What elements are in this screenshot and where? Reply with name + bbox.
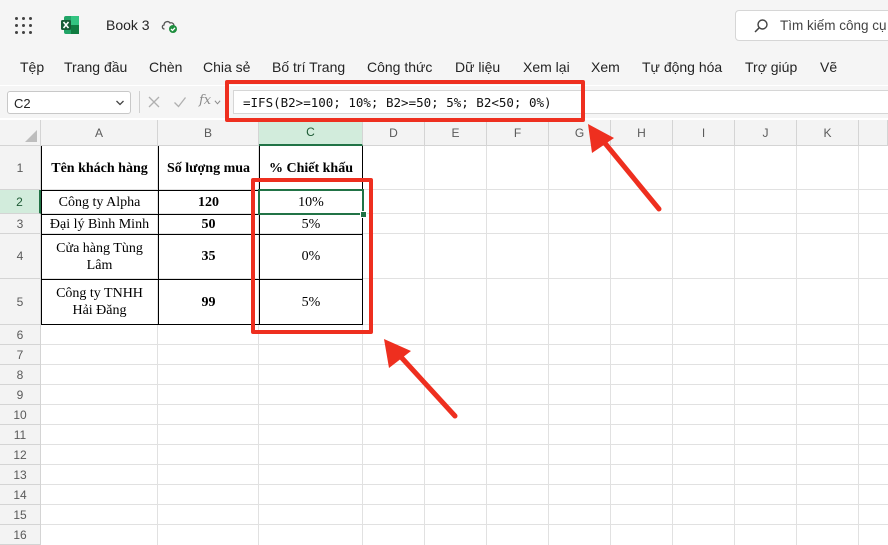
annotation-arrows [384, 124, 662, 419]
arrow-to-formula-line [601, 139, 662, 212]
arrow-to-results-line [398, 354, 458, 419]
